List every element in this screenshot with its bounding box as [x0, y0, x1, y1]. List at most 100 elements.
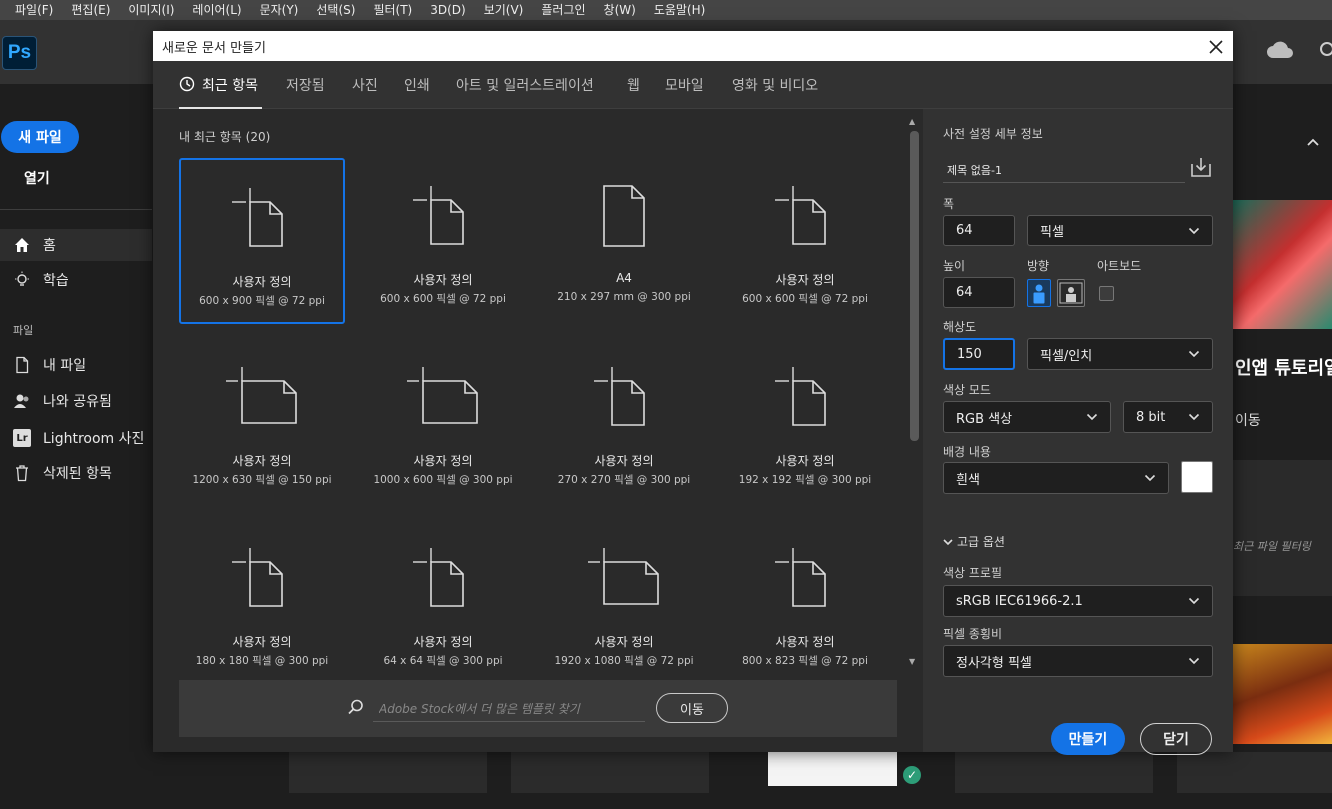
tab-photo[interactable]: 사진 [352, 75, 378, 95]
portrait-orientation-button[interactable] [1027, 279, 1051, 307]
preset-card[interactable]: 사용자 정의 1000 x 600 픽셀 @ 300 ppi [360, 339, 526, 505]
new-file-button[interactable]: 새 파일 [1, 121, 79, 153]
sidebar-item-my-files[interactable]: 내 파일 [0, 349, 152, 381]
menu-item[interactable]: 창(W) [595, 0, 645, 20]
file-thumbnail[interactable] [511, 752, 709, 793]
sidebar-item-home[interactable]: 홈 [0, 229, 152, 261]
close-icon[interactable] [1205, 36, 1227, 58]
file-thumbnail[interactable] [1177, 752, 1332, 793]
menu-item[interactable]: 이미지(I) [119, 0, 183, 20]
width-input[interactable]: 64 [943, 215, 1015, 246]
stock-search-input[interactable] [373, 696, 645, 722]
background-color-swatch[interactable] [1181, 461, 1213, 493]
check-icon: ✓ [903, 766, 921, 784]
preset-card[interactable]: 사용자 정의 800 x 823 픽셀 @ 72 ppi [722, 520, 888, 686]
bit-depth-dropdown[interactable]: 8 bit [1123, 401, 1213, 433]
tab-print[interactable]: 인쇄 [404, 75, 430, 95]
width-unit-dropdown[interactable]: 픽셀 [1027, 215, 1213, 246]
chevron-up-icon[interactable] [1306, 137, 1320, 147]
preset-description: 600 x 900 픽셀 @ 72 ppi [199, 295, 325, 307]
color-mode-dropdown[interactable]: RGB 색상 [943, 401, 1111, 433]
menu-item[interactable]: 보기(V) [475, 0, 533, 20]
preset-card[interactable]: 사용자 정의 180 x 180 픽셀 @ 300 ppi [179, 520, 345, 686]
resolution-unit-dropdown[interactable]: 픽셀/인치 [1027, 338, 1213, 370]
preset-card[interactable]: A4 210 x 297 mm @ 300 ppi [541, 158, 707, 324]
tab-web[interactable]: 웹 [627, 75, 640, 95]
open-button[interactable]: 열기 [24, 168, 50, 188]
scroll-up-icon[interactable]: ▲ [909, 117, 915, 126]
scrollbar-thumb[interactable] [910, 131, 919, 441]
tutorial-move-link[interactable]: 이동 [1235, 410, 1261, 430]
active-tab-indicator [179, 107, 262, 109]
preset-card[interactable]: 사용자 정의 192 x 192 픽셀 @ 300 ppi [722, 339, 888, 505]
sidebar-item-learn[interactable]: 학습 [0, 264, 152, 296]
preset-card[interactable]: 사용자 정의 600 x 600 픽셀 @ 72 ppi [360, 158, 526, 324]
sidebar-item-label: 삭제된 항목 [43, 466, 112, 482]
preset-description: 64 x 64 픽셀 @ 300 ppi [383, 655, 503, 667]
preset-card[interactable]: 사용자 정의 64 x 64 픽셀 @ 300 ppi [360, 520, 526, 686]
sidebar-divider [0, 209, 152, 210]
color-profile-dropdown[interactable]: sRGB IEC61966-2.1 [943, 585, 1213, 617]
search-icon[interactable] [1318, 40, 1332, 60]
sidebar-item-shared[interactable]: 나와 공유됨 [0, 385, 152, 417]
chevron-down-icon [1144, 474, 1156, 482]
file-thumbnail[interactable] [289, 752, 487, 793]
stock-go-button[interactable]: 이동 [656, 693, 728, 723]
sidebar-item-lightroom[interactable]: Lr Lightroom 사진 [0, 422, 152, 454]
sidebar-item-deleted[interactable]: 삭제된 항목 [0, 457, 152, 489]
bit-depth-value: 8 bit [1136, 409, 1166, 425]
file-icon [16, 356, 29, 374]
menu-item[interactable]: 레이어(L) [183, 0, 250, 20]
preset-description: 600 x 600 픽셀 @ 72 ppi [742, 293, 868, 305]
color-profile-value: sRGB IEC61966-2.1 [956, 593, 1083, 609]
advanced-options-toggle[interactable]: 고급 옵션 [943, 533, 1005, 550]
cloud-icon[interactable] [1266, 40, 1296, 62]
tab-art-illustration[interactable]: 아트 및 일러스트레이션 [456, 75, 594, 95]
height-input[interactable]: 64 [943, 277, 1015, 308]
background-dropdown[interactable]: 흰색 [943, 462, 1169, 494]
artboard-checkbox[interactable] [1099, 286, 1114, 301]
tab-mobile[interactable]: 모바일 [665, 75, 704, 95]
menu-item[interactable]: 문자(Y) [251, 0, 308, 20]
preset-name: 사용자 정의 [413, 635, 473, 649]
menu-item[interactable]: 도움말(H) [645, 0, 715, 20]
landscape-orientation-button[interactable] [1057, 279, 1085, 307]
file-thumbnail[interactable] [955, 752, 1153, 793]
menu-item[interactable]: 플러그인 [532, 0, 594, 20]
artboard-label: 아트보드 [1097, 259, 1142, 273]
menu-item[interactable]: 필터(T) [364, 0, 421, 20]
shared-icon [14, 394, 29, 408]
preset-card[interactable]: 사용자 정의 600 x 900 픽셀 @ 72 ppi [179, 158, 345, 324]
close-button[interactable]: 닫기 [1140, 723, 1212, 755]
preset-name-field[interactable]: 제목 없음-1 [943, 157, 1185, 183]
menu-item[interactable]: 3D(D) [421, 0, 474, 20]
tab-recent[interactable]: 최근 항목 [202, 75, 258, 95]
chevron-down-icon [1188, 657, 1200, 665]
file-thumbnail[interactable] [1233, 644, 1332, 744]
save-preset-icon[interactable] [1189, 155, 1213, 179]
pixel-aspect-label: 픽셀 종횡비 [943, 627, 1003, 641]
pixel-aspect-dropdown[interactable]: 정사각형 픽셀 [943, 645, 1213, 677]
tab-film-video[interactable]: 영화 및 비디오 [732, 75, 818, 95]
resolution-unit-value: 픽셀/인치 [1040, 348, 1093, 364]
preset-name: 사용자 정의 [413, 273, 473, 287]
preset-card[interactable]: 사용자 정의 1920 x 1080 픽셀 @ 72 ppi [541, 520, 707, 686]
color-mode-value: RGB 색상 [956, 411, 1013, 427]
preset-card[interactable]: 사용자 정의 600 x 600 픽셀 @ 72 ppi [722, 158, 888, 324]
preset-description: 270 x 270 픽셀 @ 300 ppi [557, 474, 691, 486]
file-thumbnail[interactable] [768, 752, 897, 786]
menu-item[interactable]: 파일(F) [6, 0, 62, 20]
create-button[interactable]: 만들기 [1051, 723, 1125, 755]
menu-item[interactable]: 편집(E) [62, 0, 119, 20]
tutorial-thumbnail[interactable] [1233, 200, 1332, 329]
scroll-down-icon[interactable]: ▼ [909, 657, 915, 666]
tab-saved[interactable]: 저장됨 [286, 75, 325, 95]
resolution-input[interactable]: 150 [943, 338, 1015, 370]
preset-card[interactable]: 사용자 정의 270 x 270 픽셀 @ 300 ppi [541, 339, 707, 505]
filter-recent-files[interactable]: 최근 파일 필터링 [1233, 538, 1311, 554]
width-unit-value: 픽셀 [1040, 225, 1064, 240]
menu-item[interactable]: 선택(S) [307, 0, 364, 20]
preset-card[interactable]: 사용자 정의 1200 x 630 픽셀 @ 150 ppi [179, 339, 345, 505]
background-value: 흰색 [956, 472, 980, 488]
preset-name: A4 [616, 271, 632, 285]
